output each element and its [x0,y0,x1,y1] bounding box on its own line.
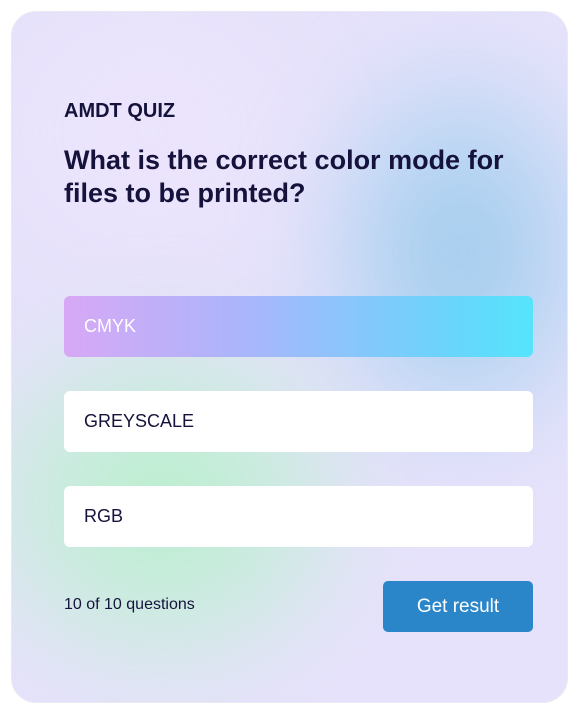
question-text: What is the correct color mode for files… [64,145,504,208]
quiz-card: AMDT QUIZ What is the correct color mode… [12,12,567,702]
question-progress: 10 of 10 questions [64,596,195,613]
answer-option-label: CMYK [84,316,137,336]
answer-option-cmyk[interactable]: CMYK [64,296,533,357]
get-result-button[interactable]: Get result [383,581,533,632]
answer-option-greyscale[interactable]: GREYSCALE [64,391,533,452]
quiz-title: AMDT QUIZ [64,100,176,122]
answer-option-label: RGB [84,506,124,526]
answer-option-rgb[interactable]: RGB [64,486,533,547]
answer-option-label: GREYSCALE [84,411,195,431]
